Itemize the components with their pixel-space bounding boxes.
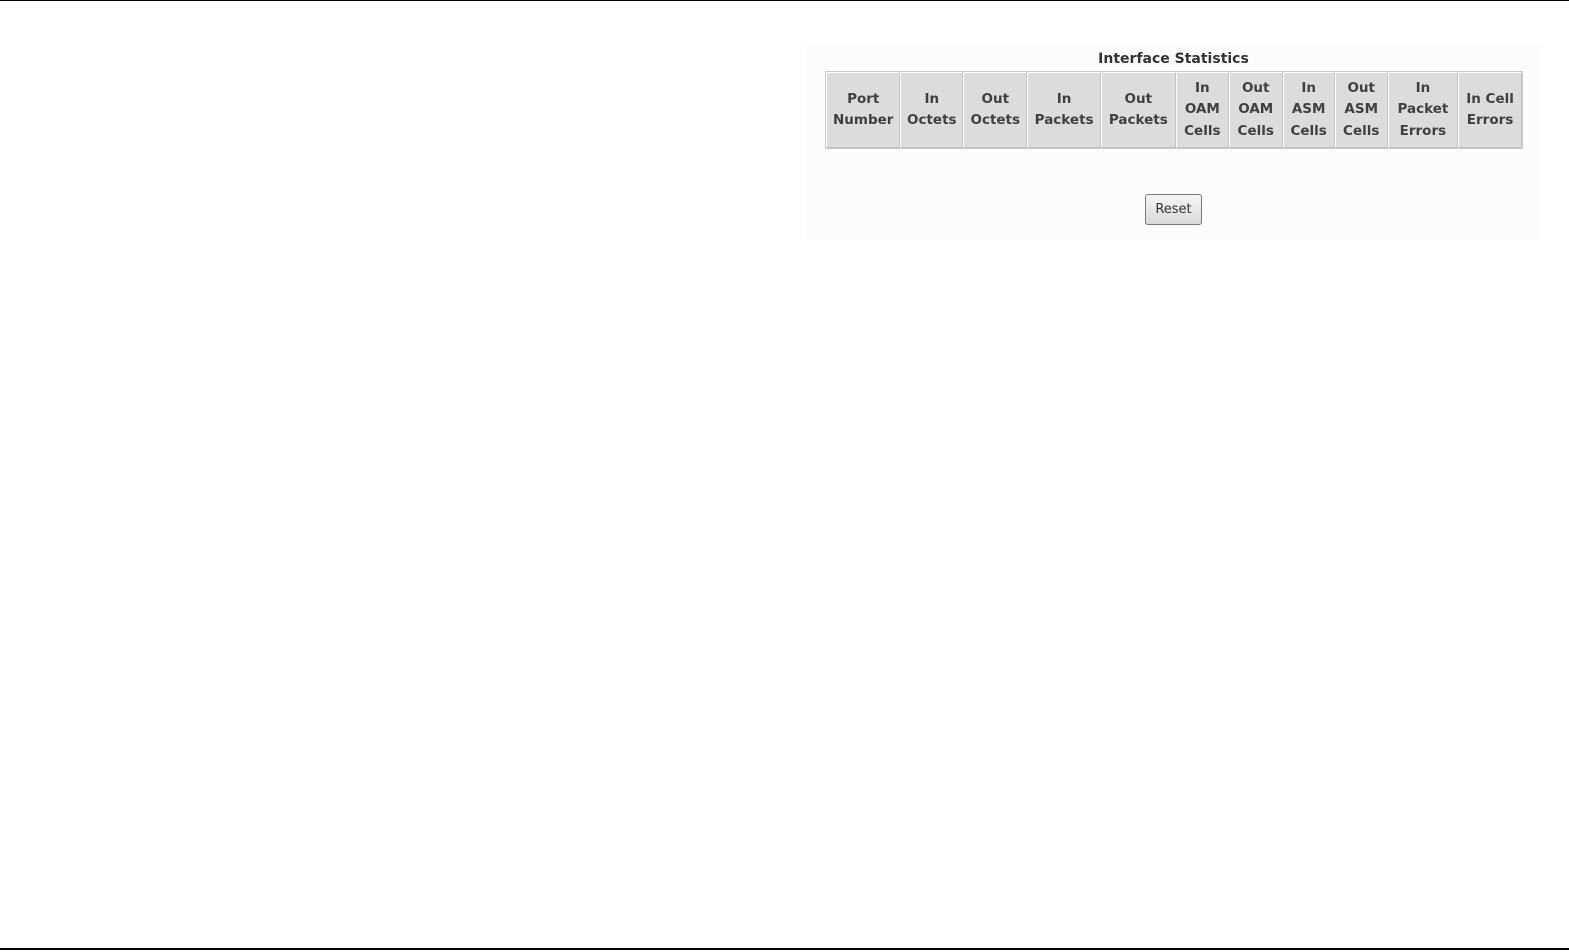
col-in-asm-cells: In ASM Cells	[1282, 72, 1335, 148]
table-title: Interface Statistics	[1098, 51, 1249, 67]
col-out-asm-cells: Out ASM Cells	[1334, 72, 1388, 148]
col-in-packets: In Packets	[1027, 72, 1101, 148]
col-in-packet-errors: In Packet Errors	[1387, 72, 1459, 148]
col-out-oam-cells: Out OAM Cells	[1228, 72, 1283, 148]
reset-button[interactable]: Reset	[1145, 194, 1202, 225]
bottom-rule	[0, 948, 1569, 950]
table-header-row: Port Number In Octets Out Octets In Pack…	[826, 72, 1522, 148]
col-in-octets: In Octets	[900, 72, 964, 148]
interface-statistics-table: Port Number In Octets Out Octets In Pack…	[825, 71, 1523, 149]
col-in-cell-errors: In Cell Errors	[1458, 72, 1522, 148]
col-out-packets: Out Packets	[1100, 72, 1176, 148]
col-port-number: Port Number	[826, 72, 901, 148]
col-in-oam-cells: In OAM Cells	[1175, 72, 1229, 148]
col-out-octets: Out Octets	[963, 72, 1028, 148]
top-rule	[0, 0, 1569, 1]
